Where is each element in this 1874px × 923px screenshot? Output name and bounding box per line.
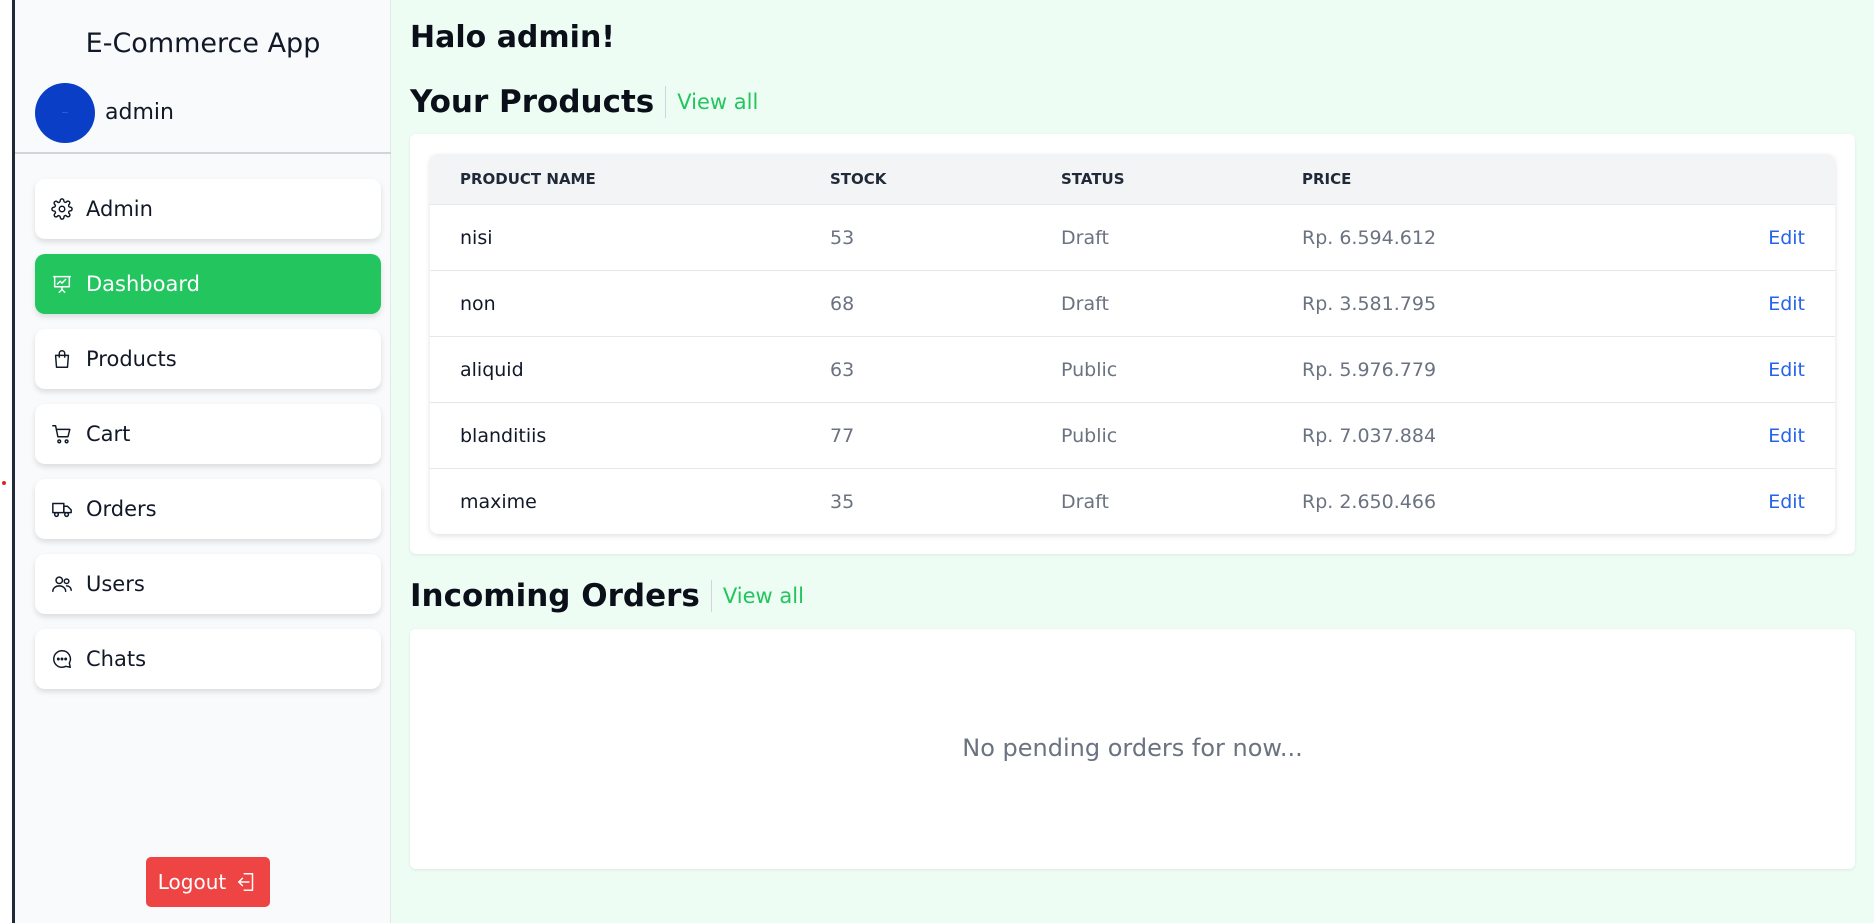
- section-divider: [710, 580, 712, 612]
- column-header-stock: STOCK: [830, 170, 887, 188]
- stock-cell: 77: [830, 424, 855, 447]
- column-header-price: PRICE: [1302, 170, 1352, 188]
- sidebar-item-users[interactable]: Users: [35, 554, 381, 614]
- users-icon: [50, 572, 74, 596]
- price-cell: Rp. 5.976.779: [1302, 358, 1437, 381]
- sidebar-item-label: Cart: [86, 422, 131, 446]
- stock-cell: 35: [830, 490, 855, 513]
- app-title: E-Commerce App: [85, 28, 321, 59]
- sidebar-item-label: Products: [86, 347, 177, 371]
- table-row: maxime 35 Draft Rp. 2.650.466 Edit: [430, 468, 1835, 534]
- edit-link[interactable]: Edit: [1768, 227, 1805, 249]
- window-left-edge: [0, 0, 15, 923]
- logout-label: Logout: [157, 870, 227, 894]
- column-header-product-name: PRODUCT NAME: [460, 170, 596, 188]
- stock-cell: 63: [830, 358, 855, 381]
- shopping-bag-icon: [50, 347, 74, 371]
- table-header: PRODUCT NAME STOCK STATUS PRICE: [430, 154, 1835, 204]
- sidebar-item-cart[interactable]: Cart: [35, 404, 381, 464]
- table-row: blanditiis 77 Public Rp. 7.037.884 Edit: [430, 402, 1835, 468]
- truck-icon: [50, 497, 74, 521]
- logout-icon: [236, 871, 258, 893]
- products-section-header: Your Products View all: [410, 84, 758, 120]
- main-content: Halo admin! Your Products View all PRODU…: [391, 0, 1874, 923]
- status-cell: Public: [1061, 424, 1118, 447]
- section-divider: [665, 86, 667, 118]
- price-cell: Rp. 3.581.795: [1302, 292, 1437, 315]
- presentation-chart-icon: [50, 272, 74, 296]
- stock-cell: 53: [830, 226, 855, 249]
- gear-icon: [50, 197, 74, 221]
- products-view-all-link[interactable]: View all: [677, 90, 758, 114]
- price-cell: Rp. 6.594.612: [1302, 226, 1437, 249]
- sidebar-nav: Admin Dashboard Products Cart Orders Use…: [35, 179, 381, 704]
- logout-button[interactable]: Logout: [146, 857, 270, 907]
- product-name-cell: maxime: [460, 490, 537, 513]
- orders-section-header: Incoming Orders View all: [410, 578, 804, 614]
- sidebar-item-dashboard[interactable]: Dashboard: [35, 254, 381, 314]
- cart-icon: [50, 422, 74, 446]
- orders-view-all-link[interactable]: View all: [723, 584, 804, 608]
- edit-link[interactable]: Edit: [1768, 491, 1805, 513]
- table-row: aliquid 63 Public Rp. 5.976.779 Edit: [430, 336, 1835, 402]
- orders-card: No pending orders for now...: [410, 629, 1855, 869]
- status-cell: Draft: [1061, 226, 1109, 249]
- username: admin: [105, 100, 174, 125]
- page-title: Halo admin!: [410, 20, 615, 55]
- edit-link[interactable]: Edit: [1768, 425, 1805, 447]
- sidebar-item-admin[interactable]: Admin: [35, 179, 381, 239]
- status-cell: Draft: [1061, 490, 1109, 513]
- price-cell: Rp. 7.037.884: [1302, 424, 1437, 447]
- sidebar-header: E-Commerce App ··· admin: [15, 0, 391, 154]
- avatar[interactable]: ···: [35, 83, 95, 143]
- price-cell: Rp. 2.650.466: [1302, 490, 1437, 513]
- product-name-cell: aliquid: [460, 358, 524, 381]
- sidebar-item-label: Admin: [86, 197, 153, 221]
- sidebar-item-chats[interactable]: Chats: [35, 629, 381, 689]
- orders-section-title: Incoming Orders: [410, 578, 700, 614]
- product-name-cell: blanditiis: [460, 424, 547, 447]
- sidebar-item-label: Users: [86, 572, 145, 596]
- table-row: nisi 53 Draft Rp. 6.594.612 Edit: [430, 204, 1835, 270]
- products-card: PRODUCT NAME STOCK STATUS PRICE nisi 53 …: [410, 134, 1855, 554]
- edit-link[interactable]: Edit: [1768, 359, 1805, 381]
- product-name-cell: nisi: [460, 226, 493, 249]
- products-table: PRODUCT NAME STOCK STATUS PRICE nisi 53 …: [430, 154, 1835, 534]
- empty-orders-message: No pending orders for now...: [962, 734, 1303, 762]
- sidebar-item-label: Orders: [86, 497, 157, 521]
- sidebar-item-label: Chats: [86, 647, 147, 671]
- product-name-cell: non: [460, 292, 496, 315]
- chat-icon: [50, 647, 74, 671]
- edge-marker: [2, 481, 6, 485]
- products-section-title: Your Products: [410, 84, 655, 120]
- sidebar: E-Commerce App ··· admin Admin Dashboard…: [15, 0, 391, 923]
- sidebar-item-orders[interactable]: Orders: [35, 479, 381, 539]
- edit-link[interactable]: Edit: [1768, 293, 1805, 315]
- status-cell: Draft: [1061, 292, 1109, 315]
- sidebar-item-products[interactable]: Products: [35, 329, 381, 389]
- sidebar-item-label: Dashboard: [86, 272, 200, 296]
- stock-cell: 68: [830, 292, 855, 315]
- table-row: non 68 Draft Rp. 3.581.795 Edit: [430, 270, 1835, 336]
- status-cell: Public: [1061, 358, 1118, 381]
- column-header-status: STATUS: [1061, 170, 1125, 188]
